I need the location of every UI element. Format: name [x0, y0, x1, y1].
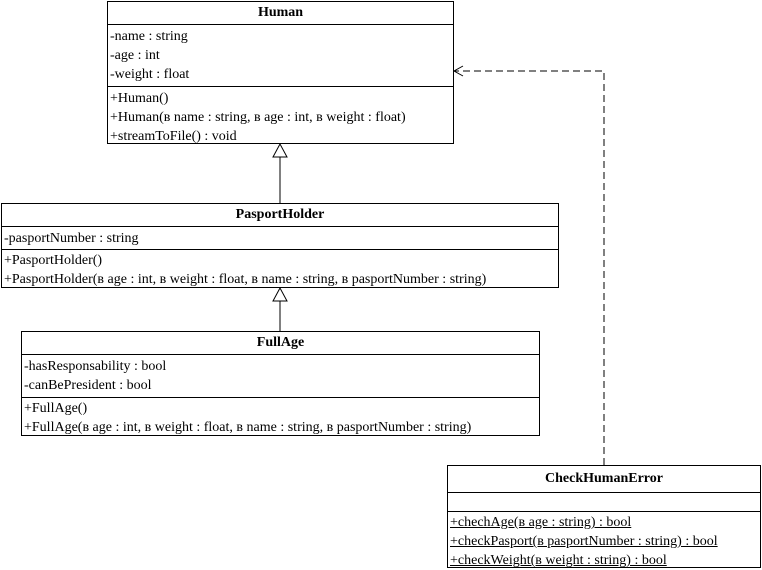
operation: +Human() — [110, 91, 169, 106]
operations-section: +FullAge() +FullAge(в age : int, в weigh… — [22, 398, 539, 437]
class-name: CheckHumanError — [448, 466, 760, 493]
attribute: -canBePresident : bool — [24, 378, 152, 393]
class-name: Human — [108, 2, 453, 25]
class-human[interactable]: Human -name : string -age : int -weight … — [107, 1, 454, 144]
attributes-section — [448, 493, 760, 512]
class-fullage[interactable]: FullAge -hasResponsability : bool -canBe… — [21, 331, 540, 436]
operation: +Human(в name : string, в age : int, в w… — [110, 110, 406, 125]
attributes-section: -pasportNumber : string — [2, 227, 558, 250]
attributes-section: -name : string -age : int -weight : floa… — [108, 25, 453, 87]
operations-section: +chechAge(в age : string) : bool +checkP… — [448, 512, 760, 570]
attribute: -age : int — [110, 48, 160, 63]
operations-section: +PasportHolder() +PasportHolder(в age : … — [2, 250, 558, 289]
class-name: PasportHolder — [2, 204, 558, 227]
operation: +PasportHolder() — [4, 253, 103, 268]
operations-section: +Human() +Human(в name : string, в age :… — [108, 87, 453, 146]
attribute: -hasResponsability : bool — [24, 359, 167, 374]
attribute: -name : string — [110, 29, 188, 44]
class-name: FullAge — [22, 332, 539, 355]
operation: +chechAge(в age : string) : bool — [450, 515, 632, 530]
operation: +checkWeight(в weight : string) : bool — [450, 553, 667, 568]
class-checkhumanerror[interactable]: CheckHumanError +chechAge(в age : string… — [447, 465, 761, 568]
attributes-section: -hasResponsability : bool -canBePresiden… — [22, 355, 539, 398]
operation: +PasportHolder(в age : int, в weight : f… — [4, 272, 487, 287]
attribute: -pasportNumber : string — [4, 231, 139, 246]
operation: +streamToFile() : void — [110, 129, 237, 144]
operation: +FullAge() — [24, 401, 88, 416]
generalization-arrowhead-pasportholder — [272, 286, 288, 302]
class-pasportholder[interactable]: PasportHolder -pasportNumber : string +P… — [1, 203, 559, 288]
operation: +checkPasport(в pasportNumber : string) … — [450, 534, 718, 549]
attribute: -weight : float — [110, 67, 190, 82]
operation: +FullAge(в age : int, в weight : float, … — [24, 420, 472, 435]
